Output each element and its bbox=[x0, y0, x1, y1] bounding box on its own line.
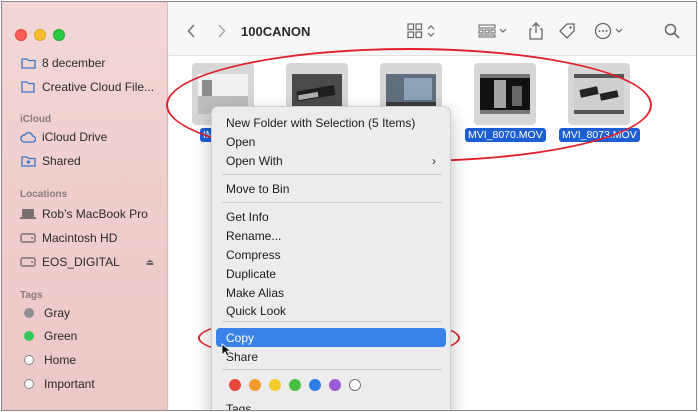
sidebar: 8 december Creative Cloud File... iCloud… bbox=[2, 2, 168, 410]
sidebar-tag-gray[interactable]: Gray bbox=[2, 302, 168, 324]
menu-item-duplicate[interactable]: Duplicate bbox=[216, 264, 446, 283]
cloud-icon bbox=[20, 129, 36, 145]
file-name: MVI_8073.MOV bbox=[559, 128, 640, 142]
sidebar-item-label: iCloud Drive bbox=[42, 130, 108, 144]
file-name: MVI_8070.MOV bbox=[465, 128, 546, 142]
sidebar-item-label: Green bbox=[44, 329, 78, 343]
forward-button[interactable] bbox=[213, 21, 229, 41]
chevron-right-icon: › bbox=[432, 153, 436, 168]
tag-empty-dot-icon bbox=[24, 355, 34, 365]
sidebar-item-icloud-drive[interactable]: iCloud Drive bbox=[2, 126, 168, 148]
menu-item-tags[interactable]: Tags... bbox=[216, 399, 446, 411]
menu-separator bbox=[222, 202, 442, 203]
sidebar-item-macbook[interactable]: Rob’s MacBook Pro bbox=[2, 203, 168, 225]
share-icon bbox=[529, 22, 543, 40]
tag-icon bbox=[559, 23, 575, 39]
finder-window: 8 december Creative Cloud File... iCloud… bbox=[1, 1, 697, 411]
sidebar-item-label: EOS_DIGITAL bbox=[42, 255, 120, 269]
tag-gray-dot-icon bbox=[24, 308, 34, 318]
back-button[interactable] bbox=[183, 21, 199, 41]
laptop-icon bbox=[20, 206, 36, 222]
tag-purple-dot-icon[interactable] bbox=[329, 379, 341, 391]
menu-item-get-info[interactable]: Get Info bbox=[216, 207, 446, 226]
sidebar-tag-important[interactable]: Important bbox=[2, 373, 168, 395]
search-icon bbox=[664, 23, 680, 39]
window-controls bbox=[15, 29, 65, 41]
toolbar: 100CANON bbox=[169, 2, 696, 56]
tag-none-dot-icon[interactable] bbox=[349, 379, 361, 391]
chevron-right-icon bbox=[217, 24, 226, 38]
sidebar-item-shared[interactable]: Shared bbox=[2, 150, 168, 172]
context-menu: New Folder with Selection (5 Items) Open… bbox=[211, 106, 451, 411]
sidebar-section-locations: Locations bbox=[20, 189, 68, 200]
view-icons-button[interactable] bbox=[405, 21, 439, 41]
disk-icon bbox=[20, 254, 36, 270]
tag-color-picker bbox=[229, 379, 361, 391]
sidebar-item-macintosh-hd[interactable]: Macintosh HD bbox=[2, 227, 168, 249]
menu-separator bbox=[222, 369, 442, 370]
document-icon bbox=[20, 79, 36, 95]
tag-green-dot-icon bbox=[24, 331, 34, 341]
tag-green-dot-icon[interactable] bbox=[289, 379, 301, 391]
share-button[interactable] bbox=[527, 21, 545, 41]
tag-red-dot-icon[interactable] bbox=[229, 379, 241, 391]
folder-icon bbox=[20, 55, 36, 71]
close-button[interactable] bbox=[15, 29, 27, 41]
sidebar-tag-home[interactable]: Home bbox=[2, 349, 168, 371]
menu-item-label: Open With bbox=[226, 153, 283, 168]
ellipsis-circle-icon bbox=[594, 22, 623, 40]
more-actions-button[interactable] bbox=[593, 21, 627, 41]
disk-icon bbox=[20, 230, 36, 246]
shared-folder-icon bbox=[20, 153, 36, 169]
menu-item-quick-look[interactable]: Quick Look bbox=[216, 301, 446, 320]
eject-icon[interactable]: ⏏ bbox=[145, 257, 154, 268]
file-thumbnail bbox=[568, 63, 630, 125]
sidebar-item-label: Creative Cloud File... bbox=[42, 80, 155, 94]
video-thumbnail-icon bbox=[574, 74, 624, 114]
search-button[interactable] bbox=[663, 21, 681, 41]
minimize-button[interactable] bbox=[34, 29, 46, 41]
file-item[interactable]: MVI_8073.MOV bbox=[559, 63, 640, 143]
menu-item-move-to-bin[interactable]: Move to Bin bbox=[216, 179, 446, 198]
grid-view-icon bbox=[407, 23, 435, 39]
menu-separator bbox=[222, 321, 442, 322]
mouse-cursor-icon bbox=[221, 343, 231, 357]
sidebar-item-label: Important bbox=[44, 377, 95, 391]
sidebar-item-eos-digital[interactable]: EOS_DIGITAL ⏏ bbox=[2, 251, 168, 273]
tag-blue-dot-icon[interactable] bbox=[309, 379, 321, 391]
menu-item-new-folder-with-selection[interactable]: New Folder with Selection (5 Items) bbox=[216, 113, 446, 132]
group-button[interactable] bbox=[477, 21, 509, 41]
sidebar-item-creative-cloud[interactable]: Creative Cloud File... bbox=[2, 76, 168, 98]
tag-yellow-dot-icon[interactable] bbox=[269, 379, 281, 391]
sidebar-item-8-december[interactable]: 8 december bbox=[2, 52, 168, 74]
menu-item-share[interactable]: Share bbox=[216, 347, 446, 366]
menu-item-copy[interactable]: Copy bbox=[216, 328, 446, 347]
tag-empty-dot-icon bbox=[24, 379, 34, 389]
group-grid-icon bbox=[478, 24, 507, 38]
menu-separator bbox=[222, 174, 442, 175]
sidebar-section-icloud: iCloud bbox=[20, 114, 52, 125]
zoom-button[interactable] bbox=[53, 29, 65, 41]
menu-item-rename[interactable]: Rename... bbox=[216, 226, 446, 245]
video-thumbnail-icon bbox=[480, 74, 530, 114]
file-thumbnail bbox=[474, 63, 536, 125]
sidebar-item-label: Gray bbox=[44, 306, 71, 320]
sidebar-tag-green[interactable]: Green bbox=[2, 325, 168, 347]
tag-orange-dot-icon[interactable] bbox=[249, 379, 261, 391]
menu-item-open-with[interactable]: Open With › bbox=[216, 151, 446, 170]
sidebar-item-label: Home bbox=[44, 353, 77, 367]
menu-item-make-alias[interactable]: Make Alias bbox=[216, 283, 446, 302]
window-title: 100CANON bbox=[241, 24, 311, 39]
chevron-left-icon bbox=[186, 24, 195, 38]
sidebar-section-tags: Tags bbox=[20, 290, 43, 301]
tags-button[interactable] bbox=[557, 21, 577, 41]
sidebar-item-label: Shared bbox=[42, 154, 81, 168]
menu-item-open[interactable]: Open bbox=[216, 132, 446, 151]
menu-item-compress[interactable]: Compress bbox=[216, 245, 446, 264]
sidebar-item-label: Rob’s MacBook Pro bbox=[42, 207, 148, 221]
sidebar-item-label: Macintosh HD bbox=[42, 231, 118, 245]
sidebar-item-label: 8 december bbox=[42, 56, 106, 70]
file-item[interactable]: MVI_8070.MOV bbox=[465, 63, 546, 143]
